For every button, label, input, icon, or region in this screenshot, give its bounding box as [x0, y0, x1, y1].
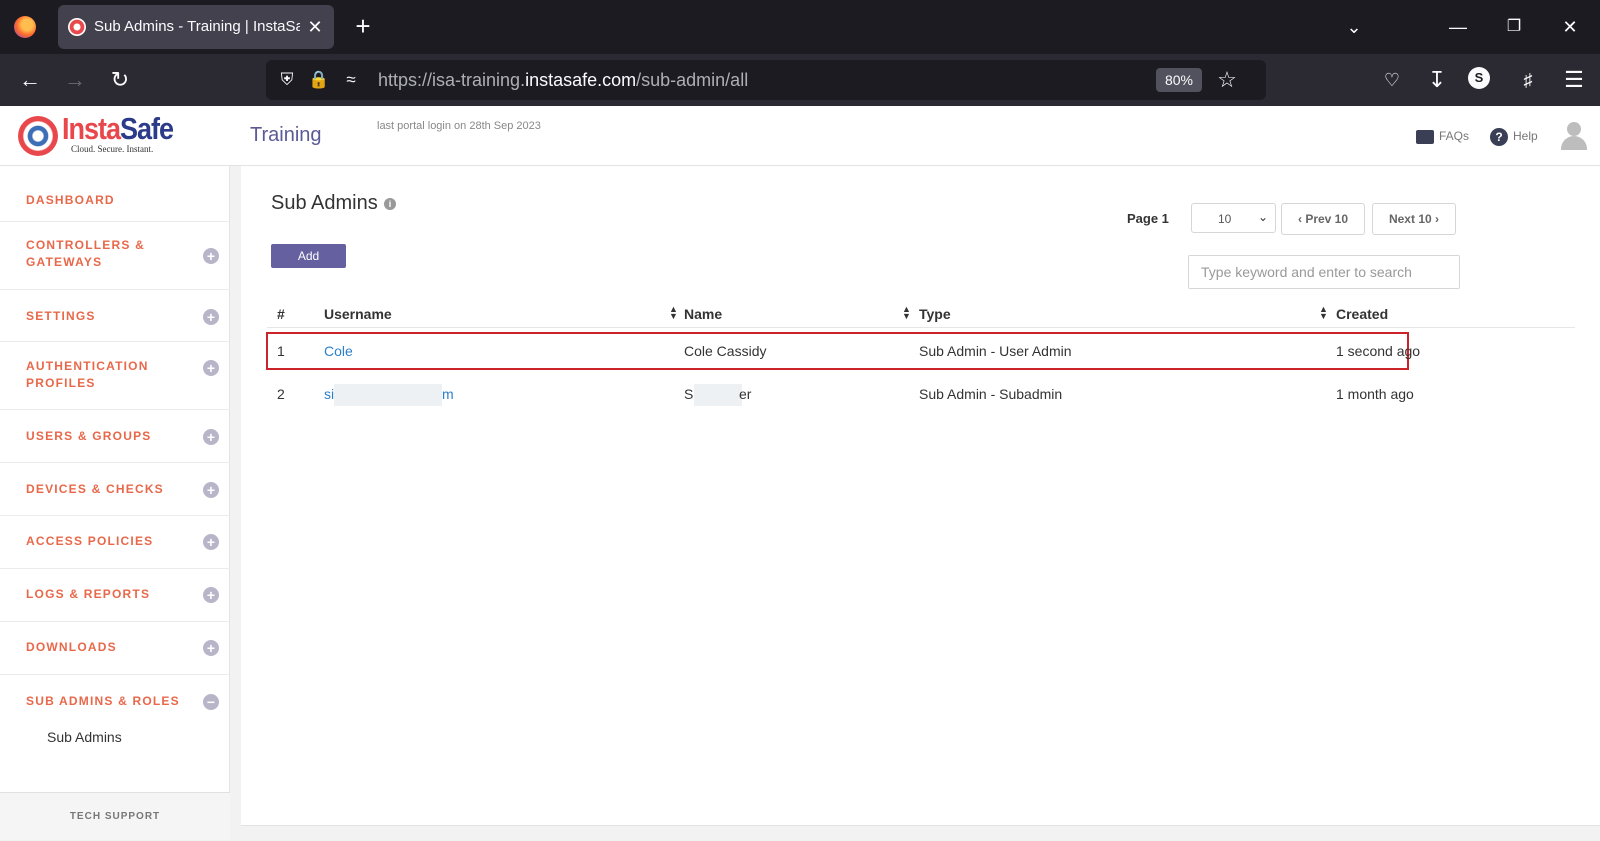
sidebar-item-devices-checks[interactable]: DEVICES & CHECKS +: [0, 463, 230, 516]
pocket-icon[interactable]: ♡: [1378, 67, 1406, 93]
user-avatar-icon[interactable]: [1561, 122, 1587, 150]
page-number: Page 1: [1127, 211, 1169, 226]
window-close-icon[interactable]: ✕: [1556, 14, 1584, 40]
add-button[interactable]: Add: [271, 244, 346, 268]
instasafe-favicon-icon: [68, 18, 86, 36]
page-size-select[interactable]: 10 ⌄: [1191, 203, 1276, 233]
expand-icon[interactable]: +: [203, 429, 219, 445]
shield-icon[interactable]: ⛨: [276, 69, 298, 91]
logo-name: InstaSafe: [62, 112, 174, 146]
prev-page-button[interactable]: ‹ Prev 10: [1281, 203, 1365, 235]
profile-avatar[interactable]: S: [1468, 67, 1490, 89]
sidebar-item-controllers-gateways[interactable]: CONTROLLERS & GATEWAYS +: [0, 222, 230, 290]
help-link[interactable]: ? Help: [1490, 126, 1538, 146]
table-row-2-number: 2: [277, 386, 285, 402]
table-row-1-created: 1 second ago: [1336, 343, 1421, 359]
column-header-number: #: [277, 306, 285, 322]
instasafe-logo-icon: [18, 116, 58, 156]
sidebar-item-users-groups[interactable]: USERS & GROUPS +: [0, 410, 230, 463]
restore-icon[interactable]: ❐: [1500, 14, 1528, 40]
expand-icon[interactable]: +: [203, 360, 219, 376]
reload-icon[interactable]: ↻: [106, 67, 134, 93]
info-icon[interactable]: i: [384, 198, 396, 210]
close-tab-icon[interactable]: ✕: [304, 16, 326, 38]
browser-tab[interactable]: Sub Admins - Training | InstaSafe ✕: [58, 5, 334, 49]
chevron-left-icon: ‹: [1297, 212, 1302, 226]
logo-tagline: Cloud. Secure. Instant.: [71, 144, 154, 154]
chat-bubble-icon: [1416, 129, 1434, 144]
url-bar[interactable]: ⛨ 🔒 ≈ https://isa-training.instasafe.com…: [266, 60, 1266, 100]
expand-icon[interactable]: +: [203, 482, 219, 498]
table-row-2-type: Sub Admin - Subadmin: [919, 386, 1063, 402]
table-row-1-username-link[interactable]: Cole: [324, 343, 353, 359]
tab-title: Sub Admins - Training | InstaSafe: [94, 18, 300, 35]
row-highlight-box: [266, 332, 1409, 370]
main-content: Sub Admins i Add Page 1 10 ⌄ ‹ Prev 10 N…: [241, 166, 1600, 826]
faqs-link[interactable]: FAQs: [1416, 126, 1469, 146]
extensions-icon[interactable]: ♯: [1514, 67, 1542, 93]
browser-nav-bar: ← → ↻ ⛨ 🔒 ≈ https://isa-training.instasa…: [0, 54, 1600, 106]
sidebar-item-downloads[interactable]: DOWNLOADS +: [0, 622, 230, 675]
sidebar-item-logs-reports[interactable]: LOGS & REPORTS +: [0, 569, 230, 622]
sidebar-item-settings[interactable]: SETTINGS +: [0, 290, 230, 342]
next-page-button[interactable]: Next 10 ›: [1372, 203, 1456, 235]
table-row-2-created: 1 month ago: [1336, 386, 1414, 402]
sort-icon[interactable]: ▲ ▼: [669, 305, 678, 321]
sidebar-subitem-sub-admins[interactable]: Sub Admins: [47, 729, 122, 745]
back-icon[interactable]: ←: [16, 67, 44, 93]
chevron-right-icon: ›: [1435, 212, 1440, 226]
firefox-icon[interactable]: [14, 16, 36, 38]
forward-icon[interactable]: →: [61, 67, 89, 93]
redacted-block: [694, 384, 742, 406]
column-header-created: Created: [1336, 306, 1389, 322]
new-tab-icon[interactable]: +: [350, 13, 376, 40]
permissions-icon[interactable]: ≈: [340, 69, 362, 91]
download-icon[interactable]: ↧: [1423, 67, 1451, 93]
browser-tab-bar: Sub Admins - Training | InstaSafe ✕ + ⌄ …: [0, 0, 1600, 54]
chevron-down-icon: ⌄: [1258, 210, 1269, 224]
table-row-2-name: Ser: [684, 384, 754, 406]
tech-support-link[interactable]: TECH SUPPORT: [0, 792, 230, 840]
redacted-block: [334, 384, 442, 406]
url-text[interactable]: https://isa-training.instasafe.com/sub-a…: [378, 70, 748, 91]
expand-icon[interactable]: +: [203, 309, 219, 325]
sidebar-item-access-policies[interactable]: ACCESS POLICIES +: [0, 516, 230, 569]
sort-icon[interactable]: ▲ ▼: [902, 305, 911, 321]
help-icon: ?: [1490, 127, 1508, 146]
table-header-divider: [267, 327, 1575, 328]
column-header-type[interactable]: Type: [919, 306, 951, 322]
star-icon[interactable]: ☆: [1214, 67, 1240, 93]
menu-icon[interactable]: ☰: [1560, 67, 1588, 93]
help-label: Help: [1513, 129, 1538, 143]
lock-icon[interactable]: 🔒: [308, 69, 330, 91]
sort-icon[interactable]: ▲ ▼: [1319, 305, 1328, 321]
expand-icon[interactable]: +: [203, 248, 219, 264]
faqs-label: FAQs: [1439, 129, 1470, 143]
minimize-icon[interactable]: —: [1444, 14, 1472, 40]
table-row-1-name: Cole Cassidy: [684, 343, 767, 359]
sidebar-item-authentication-profiles[interactable]: AUTHENTICATION PROFILES +: [0, 342, 230, 410]
column-header-name[interactable]: Name: [684, 306, 722, 322]
sidebar-item-dashboard[interactable]: DASHBOARD: [0, 166, 230, 222]
search-input[interactable]: [1188, 255, 1460, 289]
expand-icon[interactable]: +: [203, 640, 219, 656]
column-header-username[interactable]: Username: [324, 306, 392, 322]
tab-list-chevron-icon[interactable]: ⌄: [1340, 14, 1368, 40]
table-row-1-number: 1: [277, 343, 285, 359]
table-row-1-type: Sub Admin - User Admin: [919, 343, 1072, 359]
instasafe-logo[interactable]: InstaSafe Cloud. Secure. Instant.: [18, 112, 174, 158]
collapse-icon[interactable]: −: [203, 694, 219, 710]
expand-icon[interactable]: +: [203, 587, 219, 603]
portal-name: Training: [250, 124, 322, 146]
sidebar-item-sub-admins-roles[interactable]: SUB ADMINS & ROLES −: [0, 675, 230, 727]
page-title: Sub Admins: [271, 192, 378, 214]
last-login-text: last portal login on 28th Sep 2023: [377, 120, 541, 132]
app-header: InstaSafe Cloud. Secure. Instant. Traini…: [0, 106, 1600, 166]
zoom-level[interactable]: 80%: [1156, 68, 1202, 92]
expand-icon[interactable]: +: [203, 534, 219, 550]
table-row-2-username-link[interactable]: si m: [324, 384, 454, 406]
